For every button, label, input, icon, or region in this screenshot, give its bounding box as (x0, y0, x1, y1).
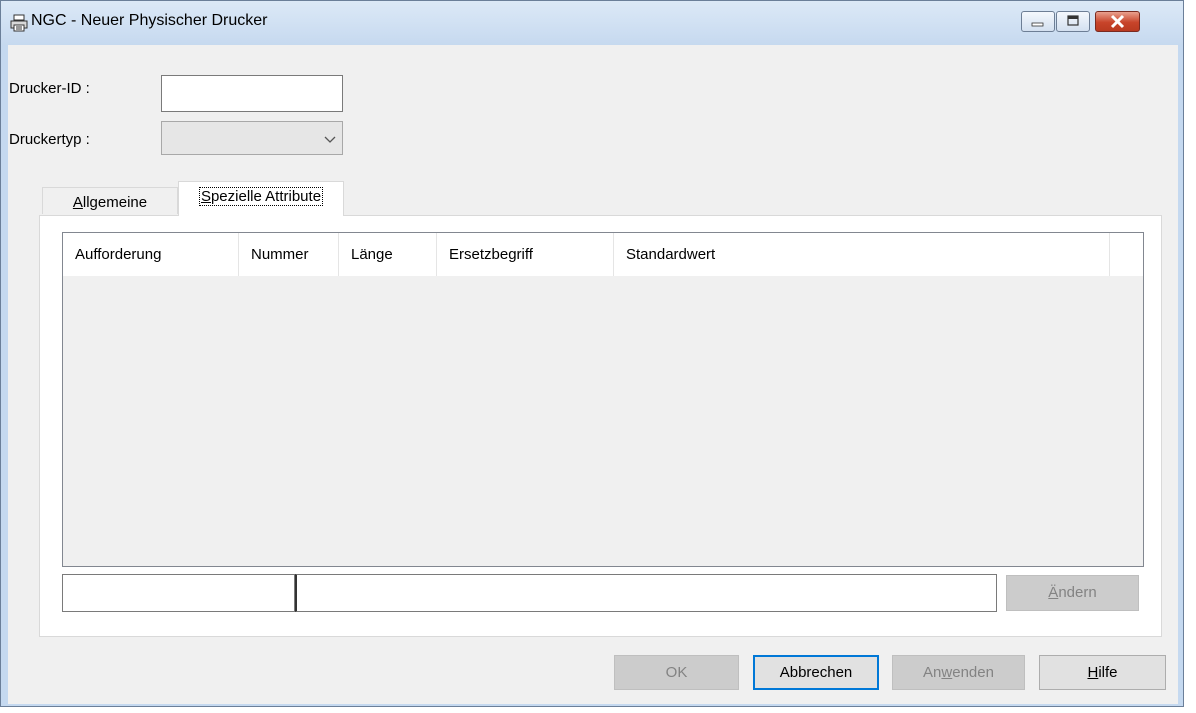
list-header: Aufforderung Nummer Länge Ersetzbegriff … (63, 233, 1143, 276)
ok-button[interactable]: OK (614, 655, 739, 690)
drucker-id-label: Drucker-ID : (9, 80, 90, 97)
tab-focus-rect: Spezielle Attribute (198, 187, 324, 206)
maximize-button[interactable] (1056, 11, 1090, 32)
help-button[interactable]: Hilfe (1039, 655, 1166, 690)
minimize-button[interactable] (1021, 11, 1055, 32)
window-title: NGC - Neuer Physischer Drucker (31, 12, 268, 29)
column-header-standardwert[interactable]: Standardwert (614, 233, 1110, 276)
tab-allgemeine-label: llgemeine (82, 194, 148, 211)
maximize-icon (1057, 15, 1089, 35)
edit-field-1[interactable] (62, 574, 295, 612)
tab-spezielle-mnemonic: S (200, 188, 211, 205)
druckertyp-select[interactable] (161, 121, 343, 155)
dialog-window: NGC - Neuer Physischer Drucker Drucker-I… (0, 0, 1184, 707)
apply-label-pre: An (923, 664, 942, 681)
tab-spezielle-label: pezielle Attribute (210, 188, 322, 205)
printer-icon (9, 14, 29, 32)
tab-spezielle-attribute[interactable]: Spezielle Attribute (178, 181, 344, 216)
minimize-icon (1022, 18, 1054, 35)
title-bar[interactable]: NGC - Neuer Physischer Drucker (1, 1, 1183, 45)
druckertyp-label: Druckertyp : (9, 131, 90, 148)
dialog-client-area: Drucker-ID : Druckertyp : Allgemeine Spe… (8, 45, 1178, 704)
close-icon (1096, 14, 1139, 35)
aendern-button[interactable]: Ändern (1006, 575, 1139, 611)
drucker-id-input[interactable] (161, 75, 343, 112)
edit-field-2[interactable] (295, 574, 997, 612)
column-header-aufforderung[interactable]: Aufforderung (63, 233, 239, 276)
tab-allgemeine[interactable]: Allgemeine (42, 187, 178, 214)
aendern-mnemonic: Ä (1048, 584, 1059, 601)
help-mnemonic: H (1087, 664, 1099, 681)
close-button[interactable] (1095, 11, 1140, 32)
column-header-ersetzbegriff[interactable]: Ersetzbegriff (437, 233, 614, 276)
apply-mnemonic: w (941, 664, 953, 681)
column-header-laenge[interactable]: Länge (339, 233, 437, 276)
apply-button[interactable]: Anwenden (892, 655, 1025, 690)
apply-label-post: enden (952, 664, 994, 681)
column-header-nummer[interactable]: Nummer (239, 233, 339, 276)
attributes-list[interactable]: Aufforderung Nummer Länge Ersetzbegriff … (62, 232, 1144, 567)
cancel-button[interactable]: Abbrechen (753, 655, 879, 690)
aendern-label: ndern (1058, 584, 1097, 601)
tab-allgemeine-mnemonic: A (72, 194, 83, 211)
chevron-down-icon (324, 131, 336, 148)
help-label: ilfe (1098, 664, 1118, 681)
